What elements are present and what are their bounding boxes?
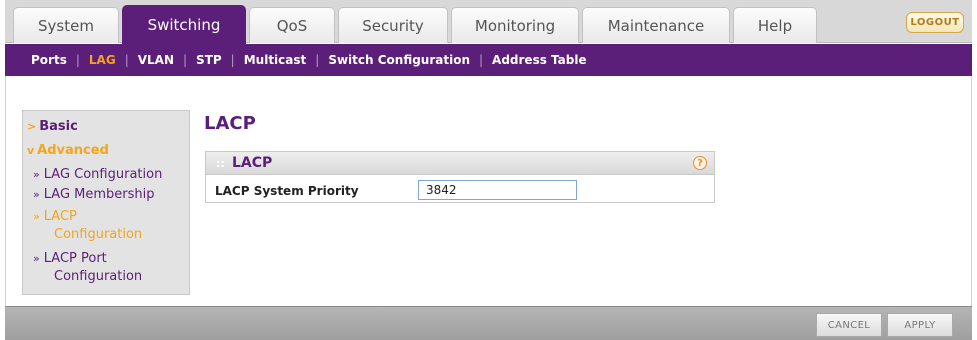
tab-security[interactable]: Security	[338, 7, 448, 43]
tab-system[interactable]: System	[13, 7, 119, 43]
left-navigation: > Basic v Advanced » LAG Configuration » LAG…	[22, 110, 190, 295]
subnav-separator: |	[124, 53, 129, 67]
tab-label: Monitoring	[474, 16, 556, 35]
nav-item-label: LAG Configuration	[43, 167, 163, 182]
subnav-lag[interactable]: LAG	[89, 53, 116, 67]
cancel-button[interactable]: CANCEL	[816, 313, 882, 337]
nav-section-basic[interactable]: > Basic	[27, 119, 78, 134]
bullet-icon: »	[33, 168, 40, 181]
page-title: LACP	[204, 113, 256, 134]
subnav-separator: |	[230, 53, 235, 67]
subnav-stp[interactable]: STP	[196, 53, 222, 67]
subnav-separator: |	[75, 53, 80, 67]
bullet-icon: »	[33, 252, 40, 265]
subnav-switch-configuration[interactable]: Switch Configuration	[328, 53, 470, 67]
panel-title: LACP	[232, 155, 273, 171]
bullet-icon: »	[33, 210, 40, 223]
nav-item-lacp-port-configuration[interactable]: » LACP Port Configuration	[33, 250, 142, 286]
tab-label: Help	[757, 16, 793, 35]
chevron-right-icon: >	[27, 120, 37, 133]
apply-button[interactable]: APPLY	[887, 313, 953, 337]
tab-label: Switching	[147, 16, 221, 34]
nav-section-advanced[interactable]: v Advanced	[27, 143, 109, 158]
subnav-address-table[interactable]: Address Table	[492, 53, 587, 67]
tab-label: System	[38, 16, 94, 35]
nav-section-advanced-label: Advanced	[37, 143, 109, 158]
nav-section-basic-label: Basic	[39, 119, 78, 134]
nav-item-lag-configuration[interactable]: » LAG Configuration	[33, 166, 162, 184]
help-icon[interactable]: ?	[693, 156, 707, 170]
subnav-vlan[interactable]: VLAN	[138, 53, 174, 67]
tab-monitoring[interactable]: Monitoring	[451, 7, 579, 43]
subnav-separator: |	[183, 53, 188, 67]
subnav-ports[interactable]: Ports	[31, 53, 67, 67]
subnav-separator: |	[479, 53, 484, 67]
logout-button[interactable]: LOGOUT	[906, 12, 964, 33]
lacp-system-priority-input[interactable]	[418, 180, 577, 200]
router-admin-page: { "tabs": [ {"label": "System"}, {"label…	[0, 0, 977, 340]
nav-item-lag-membership[interactable]: » LAG Membership	[33, 186, 155, 204]
nav-item-label: LAG Membership	[43, 187, 155, 202]
drag-handle-icon: ::	[216, 157, 225, 170]
subnav-separator: |	[315, 53, 320, 67]
tab-switching[interactable]: Switching	[122, 5, 246, 44]
lacp-panel: :: LACP ? LACP System Priority	[205, 151, 715, 203]
tab-help[interactable]: Help	[733, 7, 817, 43]
nav-item-label-line2: Configuration	[54, 227, 143, 242]
tab-maintenance[interactable]: Maintenance	[582, 7, 730, 43]
panel-header: :: LACP ?	[206, 152, 714, 175]
subnav-multicast[interactable]: Multicast	[244, 53, 307, 67]
tab-label: QoS	[276, 16, 308, 35]
lacp-system-priority-label: LACP System Priority	[215, 184, 359, 198]
tab-label: Maintenance	[607, 16, 705, 35]
nav-item-label: LACP Port	[43, 251, 107, 266]
sub-navigation: Ports | LAG | VLAN | STP | Multicast | S…	[5, 44, 972, 76]
tab-label: Security	[362, 16, 424, 35]
nav-item-label-line2: Configuration	[54, 269, 143, 284]
nav-item-lacp-configuration[interactable]: » LACP Configuration	[33, 208, 142, 244]
nav-item-label: LACP	[43, 209, 77, 224]
tab-qos[interactable]: QoS	[249, 7, 335, 43]
chevron-down-icon: v	[27, 144, 35, 157]
bullet-icon: »	[33, 188, 40, 201]
